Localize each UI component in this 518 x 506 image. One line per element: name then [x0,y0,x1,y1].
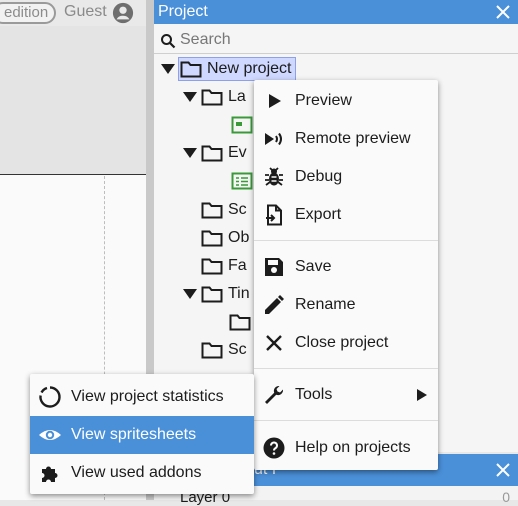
close-icon [266,335,282,351]
tree-item-scripts[interactable]: Sc [200,337,247,363]
menu-separator [254,420,438,421]
menu-separator [254,368,438,369]
tree-item-events[interactable]: Ev [180,140,247,166]
project-panel-header: Project [154,0,518,24]
tree-item-objects[interactable]: Ob [200,225,249,251]
menu-item-label: Close project [295,334,389,351]
expand-arrow-icon[interactable] [180,140,200,166]
remote-preview-icon [265,132,282,146]
expand-arrow-icon[interactable] [158,56,178,82]
tree-item-label: Sc [228,341,247,358]
menu-item-save[interactable]: Save [254,248,438,286]
expand-arrow-icon[interactable] [180,281,200,307]
tree-item-label: Ob [228,229,250,246]
tree-item-new-project[interactable]: New project [158,56,297,82]
layer-count: 0 [502,489,510,505]
submenu-item-project-statistics[interactable]: View project statistics [30,378,254,416]
tree-item-timeline-child[interactable] [228,309,256,335]
folder-icon [200,84,224,110]
folder-icon [200,337,224,363]
pencil-icon [265,295,284,314]
tree-item-timelines[interactable]: Tin [180,281,250,307]
play-icon [269,94,281,108]
menu-item-remote-preview[interactable]: Remote preview [254,120,438,158]
tree-item-selection[interactable]: New project [178,56,297,82]
menu-item-preview[interactable]: Preview [254,82,438,120]
tree-item-layouts[interactable]: La [180,84,246,110]
folder-icon [200,225,224,251]
search-icon [161,34,176,49]
bug-icon [265,167,283,186]
submenu-item-label: View project statistics [71,388,224,405]
puzzle-icon [42,466,58,482]
menu-item-label: Tools [295,386,333,403]
export-icon [266,204,282,226]
account-icon[interactable] [112,2,134,24]
submenu-item-spritesheets[interactable]: View spritesheets [30,416,254,454]
help-icon [263,437,285,459]
tree-item-label: Ev [228,144,247,161]
close-icon[interactable] [494,3,512,21]
tree-item-label: New project [207,60,292,77]
submenu-arrow-icon [417,389,427,401]
scene-editor-background [0,26,146,174]
menu-item-label: Preview [295,92,352,109]
event-sheet-icon [230,168,254,194]
folder-icon [200,253,224,279]
statistics-icon [39,386,61,408]
close-icon[interactable] [494,461,512,479]
project-search-bar [154,26,518,54]
submenu-item-label: View spritesheets [71,426,197,443]
project-panel-title: Project [158,3,208,20]
eye-icon [39,430,61,440]
tree-item-label: La [228,88,246,105]
search-input[interactable] [178,29,508,51]
tree-item-label: Tin [228,285,250,302]
menu-item-label: Help on projects [295,439,411,456]
left-toolbar: edition Guest [0,0,148,26]
scene-icon [230,112,254,138]
submenu-item-label: View used addons [71,464,202,481]
menu-item-label: Debug [295,168,343,185]
menu-item-tools[interactable]: Tools [254,376,438,414]
user-label[interactable]: Guest [64,3,107,21]
folder-icon [179,56,203,82]
menu-item-label: Remote preview [295,130,411,147]
tree-item-label: Fa [228,257,247,274]
menu-item-rename[interactable]: Rename [254,286,438,324]
tree-item-label: Sc [228,201,247,218]
menu-separator [254,240,438,241]
menu-item-help[interactable]: Help on projects [254,429,438,467]
menu-item-debug[interactable]: Debug [254,158,438,196]
menu-item-label: Rename [295,296,356,313]
folder-icon [200,281,224,307]
submenu-item-used-addons[interactable]: View used addons [30,454,254,492]
project-context-menu: Preview Remote preview Debug Export Save… [254,80,438,470]
expand-arrow-icon[interactable] [180,84,200,110]
tools-submenu: View project statistics View spritesheet… [30,374,254,494]
menu-item-close-project[interactable]: Close project [254,324,438,362]
tree-item-families[interactable]: Fa [200,253,247,279]
folder-icon [200,140,224,166]
folder-icon [200,197,224,223]
menu-item-label: Export [295,206,342,223]
menu-item-export[interactable]: Export [254,196,438,234]
tree-item-scenes[interactable]: Sc [200,197,247,223]
edition-badge[interactable]: edition [0,2,57,24]
wrench-icon [265,385,284,404]
save-icon [265,258,283,276]
folder-icon [228,309,252,335]
menu-item-label: Save [295,258,332,275]
